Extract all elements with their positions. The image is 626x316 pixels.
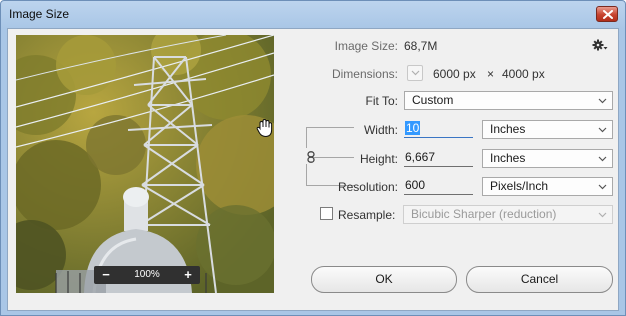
width-value: 10 [405,121,421,135]
chevron-down-icon [411,70,420,76]
dimensions-label: Dimensions: [331,67,398,81]
dimensions-width: 6000 px [433,67,476,81]
constrain-bracket-vertical-upper [306,127,307,148]
dimensions-times: × [487,67,495,81]
dimensions-height: 4000 px [502,67,545,81]
height-label: Height: [359,152,398,166]
height-value: 6,667 [405,150,436,164]
resolution-input[interactable]: 600 [404,177,473,195]
dimensions-units-dropdown[interactable] [407,65,423,81]
ok-button[interactable]: OK [311,266,457,293]
zoom-control: − 100% + [94,266,200,284]
chevron-down-icon [598,212,607,218]
image-size-dialog: Image Size − 100% + Image Size: 68,7M Di… [0,0,626,316]
width-input[interactable]: 10 [404,120,473,138]
fit-to-select[interactable]: Custom [404,91,613,110]
close-button[interactable] [596,6,618,22]
resample-method-select[interactable]: Bicubic Sharper (reduction) [403,205,613,224]
resample-checkbox[interactable] [320,207,333,220]
resolution-value: 600 [405,178,426,192]
height-input[interactable]: 6,667 [404,149,473,167]
preview-photo [16,35,274,293]
chevron-down-icon [598,127,607,133]
chevron-down-icon [598,156,607,162]
zoom-in-button[interactable]: + [181,267,195,283]
fit-to-value: Custom [412,93,454,107]
close-icon [603,10,613,19]
image-preview[interactable]: − 100% + [16,35,274,293]
height-unit-value: Inches [490,151,526,165]
resample-method-value: Bicubic Sharper (reduction) [411,207,557,221]
title-bar[interactable]: Image Size [1,1,625,28]
resample-label[interactable]: Resample: [338,208,400,222]
resolution-label: Resolution: [337,180,398,194]
gear-icon[interactable] [592,39,608,51]
height-unit-select[interactable]: Inches [482,149,613,168]
chevron-down-icon [598,184,607,190]
zoom-out-button[interactable]: − [99,267,113,283]
width-label: Width: [363,123,398,137]
resolution-unit-select[interactable]: Pixels/Inch [482,177,613,196]
zoom-level: 100% [134,269,160,280]
window-title: Image Size [9,7,70,21]
resolution-unit-value: Pixels/Inch [490,179,549,193]
width-unit-select[interactable]: Inches [482,120,613,139]
image-size-label: Image Size: [334,39,398,53]
image-size-value: 68,7M [404,39,438,53]
width-unit-value: Inches [490,122,526,136]
chevron-down-icon [598,98,607,104]
cancel-button[interactable]: Cancel [466,266,613,293]
fit-to-label: Fit To: [365,94,398,108]
dialog-content: − 100% + Image Size: 68,7M Dimensions: 6… [7,28,619,311]
hand-cursor-icon [256,118,273,138]
